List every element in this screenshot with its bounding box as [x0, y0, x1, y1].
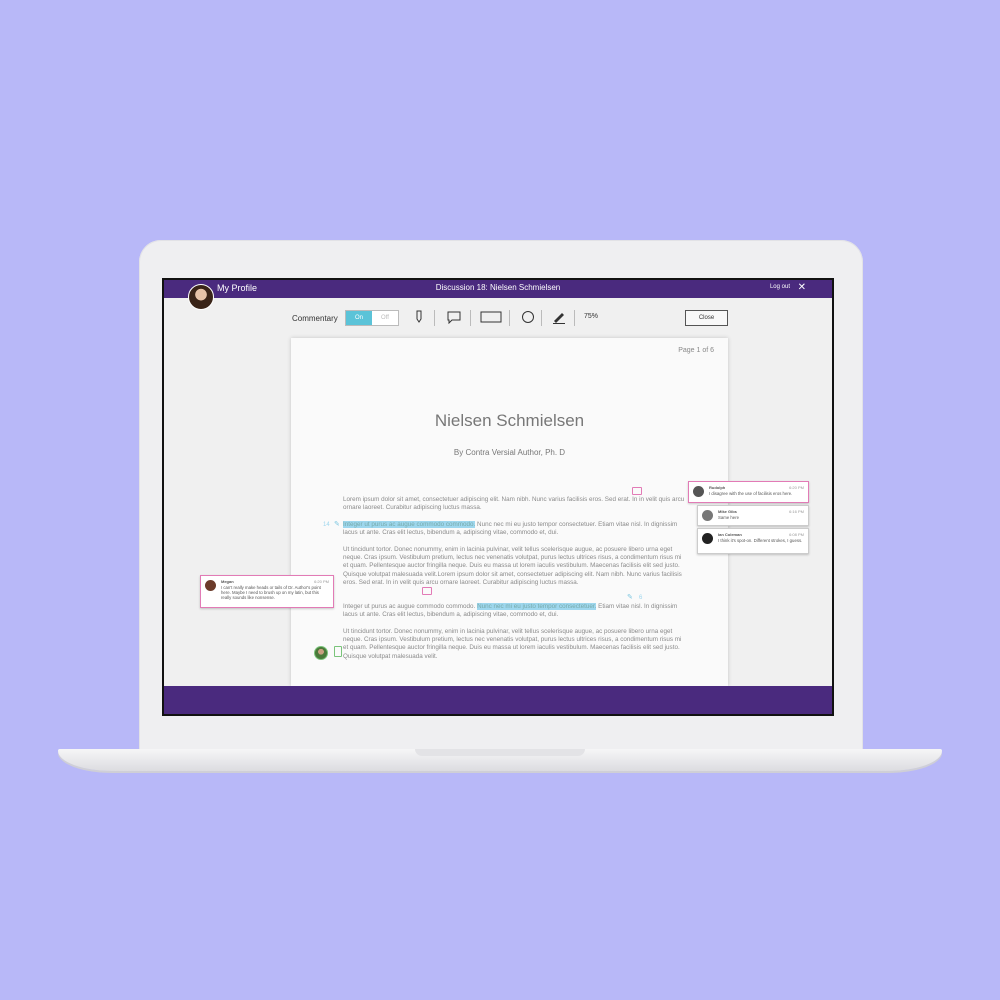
comment-text: I think it's spot-on. Different strokes,… [718, 538, 803, 543]
comment-time: 6:08 PM [789, 532, 804, 537]
paragraph-3[interactable]: Ut tincidunt tortor. Donec nonummy, enim… [343, 546, 685, 587]
document-author: By Contra Versial Author, Ph. D [453, 448, 566, 457]
highlighter-icon[interactable] [414, 310, 424, 324]
toolbar-divider [541, 310, 542, 326]
paragraph-2[interactable]: Integer ut purus ac augue commodo commod… [343, 521, 685, 537]
comment-text: I can't really make heads or tails of Dr… [221, 585, 321, 600]
document-page: Page 1 of 6 Nielsen Schmielsen By Contra… [291, 338, 728, 686]
comment-text: I disagree with the use of facilisis ero… [709, 491, 793, 496]
bottom-bar [164, 686, 832, 714]
page-indicator: Page 1 of 6 [678, 347, 714, 354]
comment-card[interactable]: Ian Coleman 6:08 PM I think it's spot-on… [697, 528, 809, 554]
comment-card[interactable]: Mike Gibs 6:16 PM Same here [697, 505, 809, 526]
close-button[interactable]: Close [685, 310, 728, 326]
highlighter-marker-icon[interactable]: ✎ [334, 520, 340, 528]
paragraph-5[interactable]: Ut tincidunt tortor. Donec nonummy, enim… [343, 628, 685, 661]
rectangle-icon[interactable] [480, 310, 502, 324]
highlight-count[interactable]: 6 [639, 595, 642, 601]
logout-link[interactable]: Log out [770, 284, 790, 290]
paragraph-1[interactable]: Lorem ipsum dolor sit amet, consectetuer… [343, 496, 685, 512]
comment-author: Rudolph [709, 485, 726, 490]
comment-author: Ian Coleman [718, 532, 742, 537]
comment-marker-icon[interactable] [334, 646, 342, 657]
discussion-title: Discussion 18: Nielsen Schmielsen [435, 283, 561, 292]
toolbar-divider [509, 310, 510, 326]
toolbar-divider [470, 310, 471, 326]
highlighted-text[interactable]: Nunc nec mi eu justo tempor consectetuer… [477, 603, 597, 610]
comment-marker-icon[interactable] [422, 587, 432, 595]
comment-author: Megan [221, 579, 234, 584]
comment-card[interactable]: Megan 6:20 PM I can't really make heads … [200, 575, 334, 608]
avatar [702, 510, 713, 521]
comment-text: Same here [718, 515, 740, 520]
comment-marker-icon[interactable] [632, 487, 642, 495]
comment-time: 6:20 PM [314, 579, 329, 584]
avatar [205, 580, 216, 591]
toolbar-divider [434, 310, 435, 326]
toggle-on[interactable]: On [346, 311, 372, 325]
avatar [693, 486, 704, 497]
pen-icon[interactable] [552, 310, 566, 324]
comment-icon[interactable] [447, 310, 461, 325]
zoom-level[interactable]: 75% [584, 313, 598, 320]
paragraph-4[interactable]: Integer ut purus ac augue commodo commod… [343, 603, 685, 619]
annotation-toolbar: Commentary On Off 75% Close [164, 308, 832, 332]
paragraph-text: Integer ut purus ac augue commodo commod… [343, 603, 478, 610]
toolbar-divider [574, 310, 575, 326]
close-icon[interactable]: ✕ [798, 282, 806, 294]
comment-time: 6:20 PM [789, 485, 804, 490]
avatar[interactable] [188, 284, 214, 310]
commentary-label: Commentary [292, 314, 338, 323]
document-title: Nielsen Schmielsen [434, 411, 585, 430]
avatar [702, 533, 713, 544]
highlight-count[interactable]: 14 [323, 522, 330, 528]
highlighter-marker-icon[interactable]: ✎ [627, 593, 633, 601]
highlighted-text[interactable]: Integer ut purus ac augue commodo commod… [343, 521, 476, 528]
commentary-toggle[interactable]: On Off [345, 310, 399, 326]
comment-card[interactable]: Rudolph 6:20 PM I disagree with the use … [688, 481, 809, 503]
comment-author: Mike Gibs [718, 509, 737, 514]
toggle-off[interactable]: Off [372, 311, 398, 325]
top-bar: My Profile Discussion 18: Nielsen Schmie… [164, 280, 832, 298]
comment-time: 6:16 PM [789, 509, 804, 514]
circle-icon[interactable] [521, 310, 535, 324]
laptop-notch [415, 749, 585, 756]
avatar[interactable] [314, 646, 328, 660]
